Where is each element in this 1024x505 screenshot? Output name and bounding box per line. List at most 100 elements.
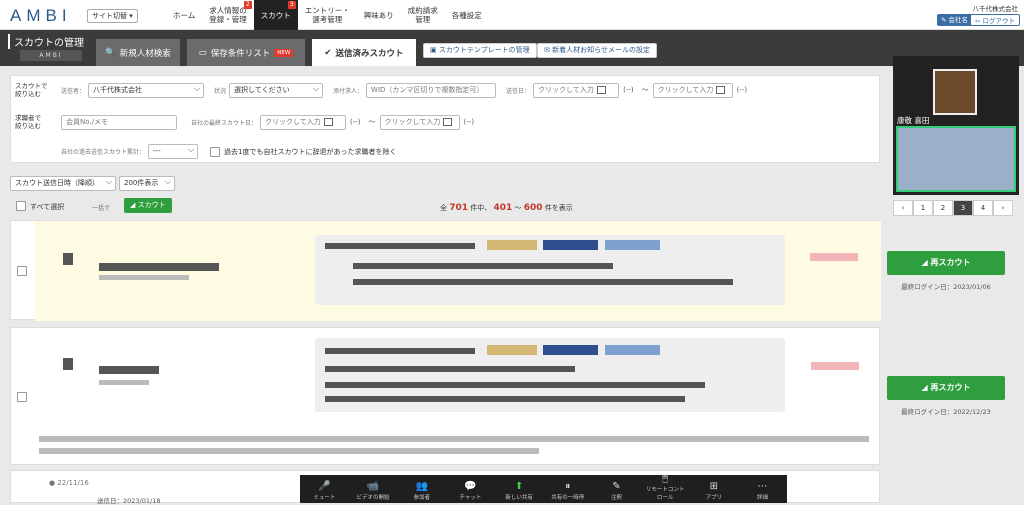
nav-item-label: スカウト <box>260 10 291 20</box>
filter-row-extra: 自社の過去送信スカウト累計： --- 過去1度でも自社スカウトに辞退があった求職… <box>11 143 881 159</box>
nav-badge: 3 <box>287 1 296 9</box>
meeting-toolbar: 🎤 ミュート 📹 ビデオの開始 👥 参加者 💬 チャット ⬆ 新しい共有 ⏸ 共有の一時停 ✎ 注釈 🖱 リモ… <box>300 473 787 503</box>
template-manage-button[interactable]: ▣ スカウトテンプレートの管理 <box>423 43 537 58</box>
detail-blurred <box>325 348 475 354</box>
logout-button-label: ログアウト <box>982 17 1016 25</box>
company-name: 八千代株式会社 <box>972 5 1019 13</box>
sent-date-from-input[interactable]: クリックして入力 <box>533 82 620 98</box>
nav-item-2[interactable]: スカウト 3 <box>253 0 298 30</box>
toolbar-item-8[interactable]: ⊞ アプリ <box>694 481 734 501</box>
company-button[interactable]: ✎ 会社名 <box>936 14 972 26</box>
toolbar-label: ミュート <box>313 495 336 501</box>
bulk-label: 一括で <box>92 205 111 212</box>
new-talent-mail-button[interactable]: ✉ 新着人材お知らせメールの設定 <box>537 43 657 58</box>
nav-item-label: エントリー・ 選考管理 <box>304 6 350 24</box>
toolbar-icon: 💬 <box>464 481 477 492</box>
toolbar-label: チャット <box>459 495 482 501</box>
card-checkbox[interactable] <box>17 392 27 402</box>
new-talent-mail-label: 新着人材お知らせメールの設定 <box>552 46 650 54</box>
participant-name: 康敬 喜田 <box>897 116 930 125</box>
toolbar-item-4[interactable]: ⬆ 新しい共有 <box>499 481 539 501</box>
tab-saved-conditions[interactable]: ▭ 保存条件リスト NEW <box>187 39 305 66</box>
status-blurred <box>810 253 858 261</box>
last-scout-from-input[interactable]: クリックして入力 <box>260 114 347 130</box>
tab-sent-scouts[interactable]: ✔ 送信済みスカウト <box>312 39 416 66</box>
page-link[interactable]: 4 <box>973 200 993 216</box>
video-overlay[interactable]: 康敬 喜田 <box>893 56 1019 195</box>
tab-saved-conditions-label: 保存条件リスト <box>210 48 271 59</box>
toolbar-item-3[interactable]: 💬 チャット <box>450 481 490 501</box>
page-link[interactable]: 1 <box>913 200 933 216</box>
page-link[interactable]: › <box>993 200 1013 216</box>
exclude-checkbox[interactable] <box>210 146 221 157</box>
card-date-value: 22/11/16 <box>57 479 89 487</box>
memo-blurred <box>39 436 869 442</box>
count-prefix: 全 <box>440 204 447 212</box>
calendar-icon <box>443 117 453 126</box>
toolbar-item-0[interactable]: 🎤 ミュート <box>304 481 344 501</box>
count-from: 401 <box>493 203 513 213</box>
detail-blurred <box>353 279 733 285</box>
nav-item-6[interactable]: 各種設定 <box>445 0 489 30</box>
sender-select[interactable]: 八千代株式会社 <box>88 82 205 98</box>
toolbar-icon: 🖱 <box>662 473 669 484</box>
select-all-checkbox[interactable] <box>16 201 26 211</box>
sort-select[interactable]: スカウト送信日時（降順） <box>10 175 116 191</box>
logout-button[interactable]: ⇦ ログアウト <box>969 14 1020 26</box>
sent-date-from-range: (--) <box>623 86 634 94</box>
nav-item-5[interactable]: 成約請求 管理 <box>401 0 445 30</box>
member-input[interactable]: 会員No./メモ <box>61 114 177 130</box>
top-header: AMBI サイト切替 ▾ ホーム 求人情報の 登録・管理 2 スカウト 3 エントリー・ … <box>0 0 1024 30</box>
main-nav: ホーム 求人情報の 登録・管理 2 スカウト 3 エントリー・ 選考管理 興味あり 成約請求 … <box>166 0 489 30</box>
bulk-scout-button[interactable]: ◢ スカウト <box>124 198 172 213</box>
nav-item-3[interactable]: エントリー・ 選考管理 <box>298 0 357 30</box>
video-feed-blurred <box>896 126 1016 192</box>
nav-item-4[interactable]: 興味あり <box>357 0 401 30</box>
page-link[interactable]: ‹ <box>893 200 913 216</box>
nav-item-label: 興味あり <box>363 10 394 20</box>
status-select[interactable]: 選択してください <box>229 82 324 98</box>
toolbar-label: 参加者 <box>413 495 430 501</box>
toolbar-item-5[interactable]: ⏸ 共有の一時停 <box>548 481 588 501</box>
last-scout-to-input[interactable]: クリックして入力 <box>379 114 460 130</box>
range-tilde: 〜 <box>368 118 376 126</box>
toolbar-item-1[interactable]: 📹 ビデオの開始 <box>353 481 393 501</box>
calendar-icon <box>596 85 606 94</box>
rescout-button[interactable]: ◢ 再スカウト <box>887 251 1005 275</box>
sender-label: 送信者： <box>61 87 86 95</box>
company-button-label: 会社名 <box>948 16 969 24</box>
site-switch-dropdown[interactable]: サイト切替 ▾ <box>87 9 138 23</box>
count-suffix: 件を表示 <box>544 204 573 212</box>
detail-blurred <box>325 366 575 372</box>
filter-row-scout-label: スカウトで 絞り込む <box>15 82 48 98</box>
filter-row-scout: スカウトで 絞り込む 送信者： 八千代株式会社 状況 選択してください 添付求人… <box>11 82 881 99</box>
toolbar-icon: 👥 <box>415 481 428 492</box>
toolbar-item-2[interactable]: 👥 参加者 <box>402 481 442 501</box>
detail-blurred <box>325 382 705 388</box>
nav-item-0[interactable]: ホーム <box>166 0 202 30</box>
card-checkbox[interactable] <box>17 266 27 276</box>
past-count-select[interactable]: --- <box>148 143 199 159</box>
page-link[interactable]: 3 <box>953 200 973 216</box>
toolbar-icon: ⏸ <box>565 481 571 492</box>
toolbar-icon: ⊞ <box>709 481 719 492</box>
toolbar-item-9[interactable]: ⋯ 詳細 <box>743 481 783 501</box>
bulk-scout-label: スカウト <box>137 201 166 209</box>
rescout-button[interactable]: ◢ 再スカウト <box>887 376 1005 400</box>
tab-new-search[interactable]: 🔍 新規人材検索 <box>96 39 180 66</box>
sent-date-from-placeholder: クリックして入力 <box>538 85 594 94</box>
per-page-select[interactable]: 200件表示 <box>119 175 175 191</box>
sent-date-to-input[interactable]: クリックして入力 <box>652 82 733 98</box>
toolbar-item-7[interactable]: 🖱 リモートコントロール <box>645 473 685 501</box>
page-link[interactable]: 2 <box>933 200 953 216</box>
logo[interactable]: AMBI <box>10 6 72 26</box>
filter-row-seeker-label: 求職者で 絞り込む <box>15 114 41 130</box>
toolbar-item-6[interactable]: ✎ 注釈 <box>596 481 636 501</box>
job-label: 添付求人： <box>333 87 364 95</box>
page-title: スカウトの管理 <box>8 34 84 49</box>
sent-date-to-placeholder: クリックして入力 <box>657 85 714 94</box>
job-input[interactable]: WID（カンマ区切りで複数指定可） <box>366 82 497 98</box>
nav-item-1[interactable]: 求人情報の 登録・管理 2 <box>202 0 254 30</box>
toolbar-icon: ⬆ <box>514 481 524 492</box>
candidate-name-blurred <box>99 366 159 374</box>
